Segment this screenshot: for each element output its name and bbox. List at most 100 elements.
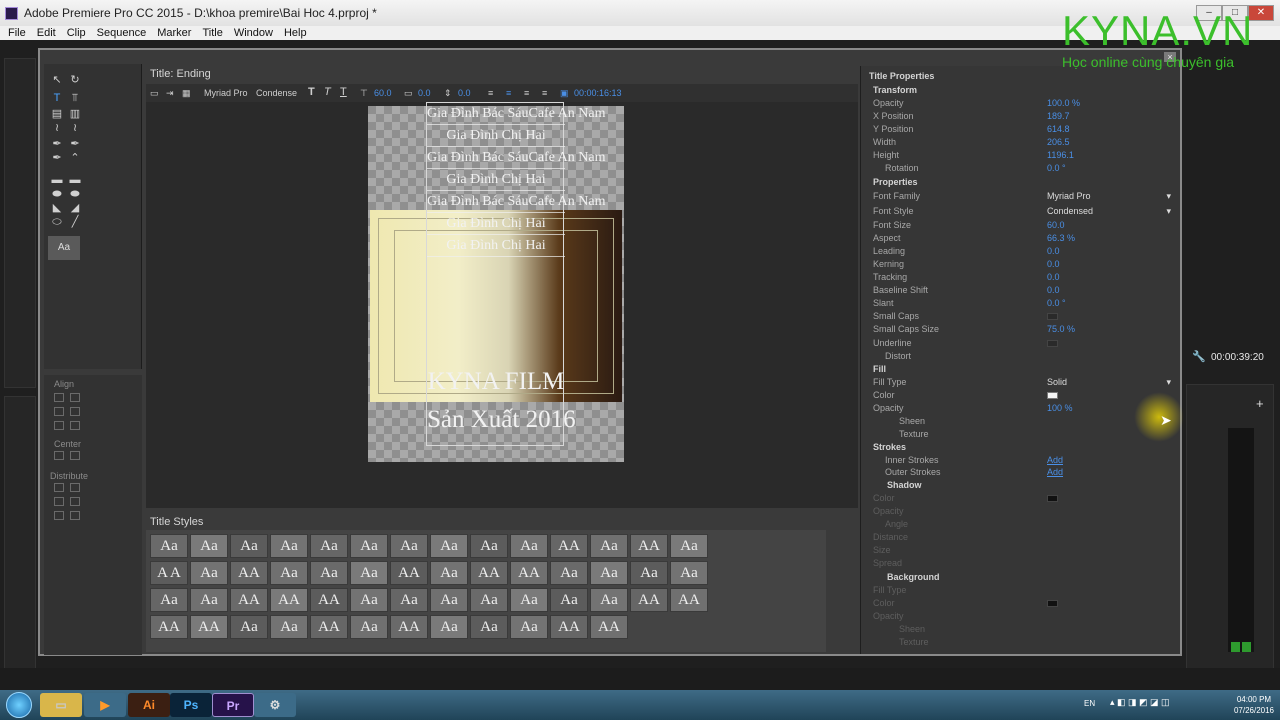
clipped-rectangle-tool-icon[interactable]: ⬬ <box>50 188 64 200</box>
menu-file[interactable]: File <box>6 26 28 40</box>
title-style-swatch[interactable]: AA <box>390 615 428 639</box>
title-style-swatch[interactable]: Aa <box>350 534 388 558</box>
italic-icon[interactable]: T <box>324 86 331 98</box>
title-styles-tab[interactable]: Title Styles <box>150 516 203 528</box>
rotation-tool-icon[interactable]: ↻ <box>68 74 82 86</box>
roll-crawl-options-icon[interactable]: ▭ <box>150 88 159 99</box>
align-right-text-icon[interactable]: ≡ <box>524 88 529 98</box>
title-style-swatch[interactable]: AA <box>470 561 508 585</box>
fill-type-dropdown[interactable]: Solid <box>1047 376 1171 389</box>
opacity-value[interactable]: 100.0 % <box>1047 97 1080 110</box>
background-texture-expander[interactable]: Texture <box>899 636 929 649</box>
properties-section[interactable]: Properties <box>873 176 918 189</box>
font-style-select[interactable]: Condense <box>256 88 297 98</box>
align-top-icon[interactable] <box>70 393 80 402</box>
illustrator-taskbar-icon[interactable]: Ai <box>128 693 170 717</box>
start-button[interactable] <box>6 692 32 718</box>
rounded-corner-tool-icon[interactable]: ⬬ <box>68 188 82 200</box>
vertical-area-type-tool-icon[interactable]: ▥ <box>68 108 82 120</box>
menu-window[interactable]: Window <box>232 26 275 40</box>
wrench-icon[interactable]: 🔧 <box>1192 350 1206 363</box>
title-style-swatch[interactable]: AA <box>590 615 628 639</box>
fill-section[interactable]: Fill <box>873 363 886 376</box>
title-style-swatch[interactable]: Aa <box>390 534 428 558</box>
y-position-value[interactable]: 614.8 <box>1047 123 1070 136</box>
title-style-swatch[interactable]: Aa <box>350 615 388 639</box>
title-style-swatch[interactable]: Aa <box>470 615 508 639</box>
menu-sequence[interactable]: Sequence <box>95 26 149 40</box>
title-style-swatch[interactable]: Aa <box>470 588 508 612</box>
title-style-swatch[interactable]: AA <box>190 615 228 639</box>
tracking-value[interactable]: 0.0 <box>1047 271 1060 284</box>
title-style-swatch[interactable]: Aa <box>510 615 548 639</box>
type-tool-icon[interactable]: T <box>50 92 64 104</box>
pen-tool-icon[interactable]: ✒ <box>50 138 64 150</box>
taskbar-clock[interactable]: 04:00 PM 07/26/2016 <box>1234 694 1274 716</box>
title-style-swatch[interactable]: AA <box>310 615 348 639</box>
leading-value[interactable]: 0.0 <box>1047 245 1060 258</box>
rotation-value[interactable]: 0.0 ° <box>1047 162 1066 175</box>
outer-strokes-add-link[interactable]: Add <box>1047 466 1063 479</box>
menu-title[interactable]: Title <box>200 26 224 40</box>
arc-tool-icon[interactable]: ◢ <box>68 202 82 214</box>
aspect-value[interactable]: 66.3 % <box>1047 232 1075 245</box>
rounded-rectangle-tool-icon[interactable]: ▬ <box>68 174 82 186</box>
title-style-swatch[interactable]: Aa <box>270 561 308 585</box>
title-style-swatch[interactable]: AA <box>630 534 668 558</box>
vertical-path-type-tool-icon[interactable]: ≀ <box>68 122 82 134</box>
font-size-value[interactable]: 60.0 <box>374 88 392 98</box>
distribute-hcenter-icon[interactable] <box>54 497 64 506</box>
title-style-swatch[interactable]: AA <box>230 561 268 585</box>
title-style-swatch[interactable]: Aa <box>350 588 388 612</box>
title-style-swatch[interactable]: A A <box>150 561 188 585</box>
title-style-swatch[interactable]: Aa <box>150 534 188 558</box>
align-left-icon[interactable] <box>54 393 64 402</box>
underline-checkbox[interactable] <box>1047 340 1058 347</box>
photoshop-taskbar-icon[interactable]: Ps <box>170 693 212 717</box>
title-style-swatch[interactable]: Aa <box>230 615 268 639</box>
title-style-swatch[interactable]: Aa <box>190 561 228 585</box>
title-style-swatch[interactable]: Aa <box>510 534 548 558</box>
small-caps-checkbox[interactable] <box>1047 313 1058 320</box>
center-horizontal-icon[interactable] <box>54 451 64 460</box>
title-style-swatch[interactable]: AA <box>390 561 428 585</box>
title-style-swatch[interactable]: Aa <box>270 534 308 558</box>
sheen-expander[interactable]: Sheen <box>899 415 925 428</box>
premiere-taskbar-icon[interactable]: Pr <box>212 693 254 717</box>
title-style-swatch[interactable]: Aa <box>270 615 308 639</box>
title-style-swatch[interactable]: Aa <box>190 534 228 558</box>
distribute-right-icon[interactable] <box>54 511 64 520</box>
title-style-swatch[interactable]: Aa <box>510 588 548 612</box>
menu-edit[interactable]: Edit <box>35 26 58 40</box>
title-style-swatch[interactable]: Aa <box>350 561 388 585</box>
height-value[interactable]: 1196.1 <box>1047 149 1074 162</box>
delete-anchor-tool-icon[interactable]: ✒ <box>68 138 82 150</box>
x-position-value[interactable]: 189.7 <box>1047 110 1070 123</box>
title-style-swatch[interactable]: Aa <box>670 534 708 558</box>
title-style-swatch[interactable]: Aa <box>430 561 468 585</box>
show-background-video-icon[interactable]: ▣ <box>560 88 569 99</box>
justify-text-icon[interactable]: ≡ <box>542 88 547 98</box>
title-style-swatch[interactable]: AA <box>270 588 308 612</box>
align-vcenter-icon[interactable] <box>70 407 80 416</box>
align-bottom-icon[interactable] <box>70 421 80 430</box>
width-value[interactable]: 206.5 <box>1047 136 1070 149</box>
title-style-swatch[interactable]: AA <box>670 588 708 612</box>
strokes-section[interactable]: Strokes <box>873 441 906 454</box>
title-style-swatch[interactable]: Aa <box>190 588 228 612</box>
background-color-swatch[interactable] <box>1047 600 1058 607</box>
distort-expander[interactable]: Distort <box>885 350 911 363</box>
align-right-icon[interactable] <box>54 421 64 430</box>
title-style-swatch[interactable]: Aa <box>150 588 188 612</box>
explorer-taskbar-icon[interactable]: ▭ <box>40 693 82 717</box>
title-style-swatch[interactable]: AA <box>230 588 268 612</box>
template-icon[interactable]: ▦ <box>182 88 191 99</box>
fill-opacity-value[interactable]: 100 % <box>1047 402 1073 415</box>
network-tool-taskbar-icon[interactable]: ⚙ <box>254 693 296 717</box>
shadow-section[interactable]: Shadow <box>887 479 922 492</box>
shadow-color-swatch[interactable] <box>1047 495 1058 502</box>
underline-icon[interactable]: T <box>340 86 347 98</box>
background-section[interactable]: Background <box>887 571 940 584</box>
title-style-swatch[interactable]: Aa <box>390 588 428 612</box>
ellipse-tool-icon[interactable]: ⬭ <box>50 216 64 228</box>
